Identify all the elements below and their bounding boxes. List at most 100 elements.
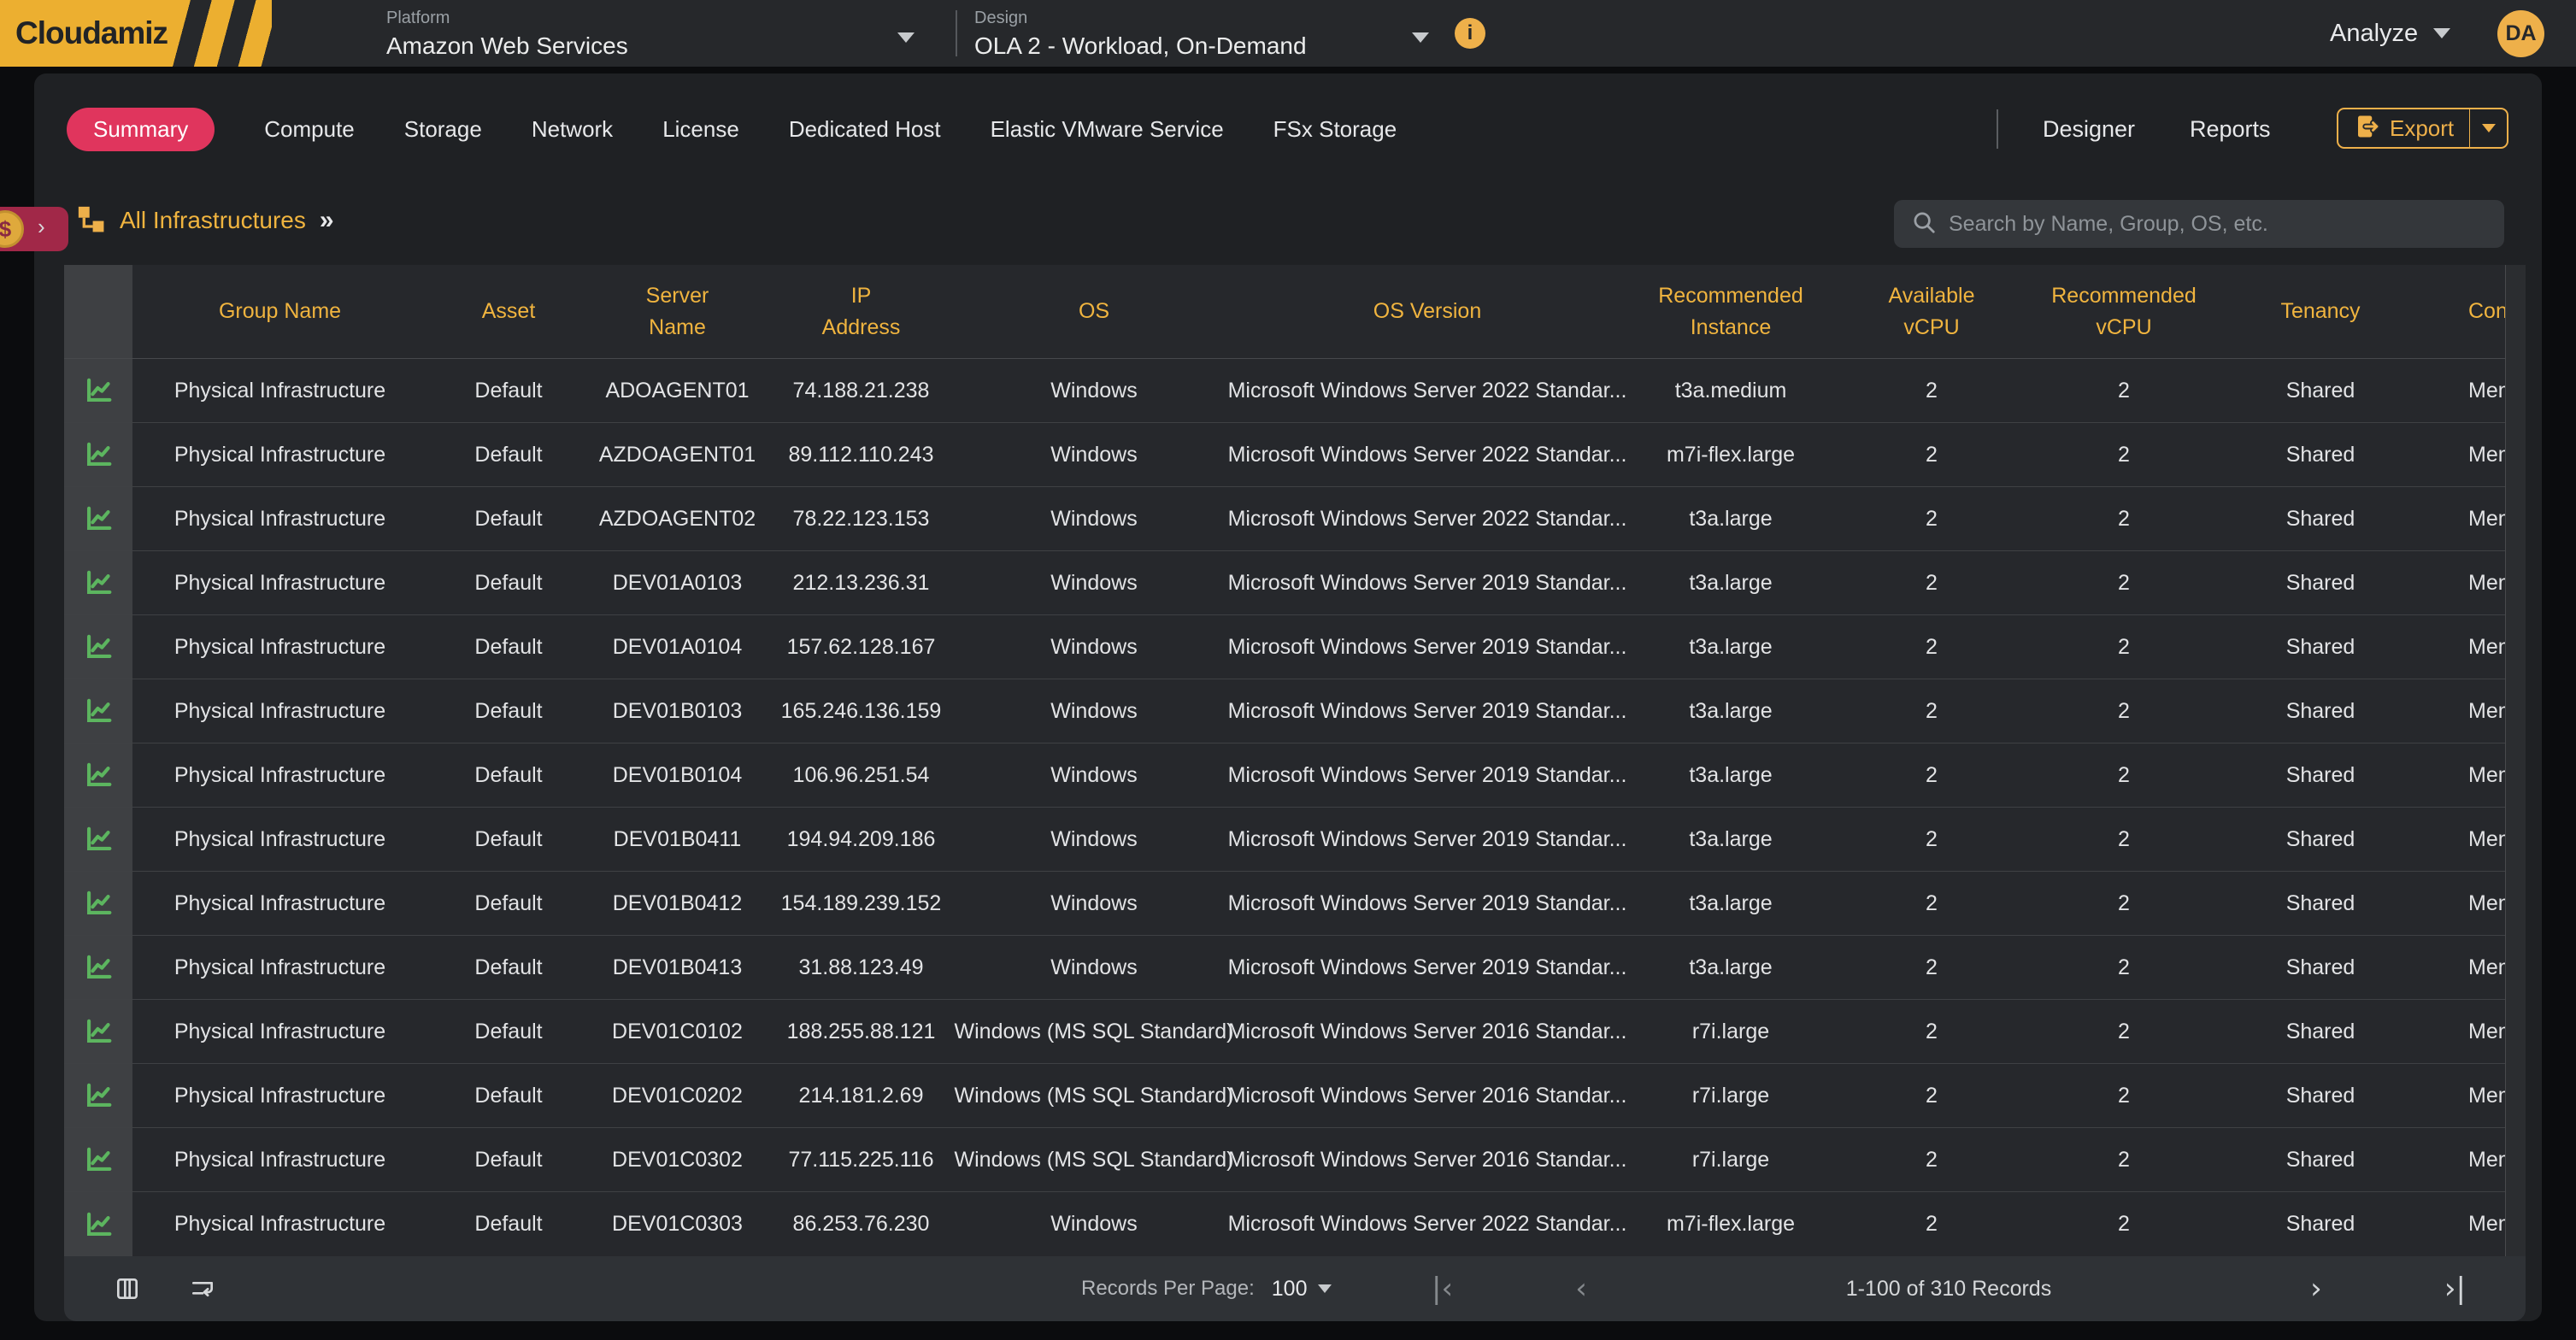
first-page-button[interactable]: |‹ (1432, 1274, 1453, 1303)
row-metrics-chart-icon[interactable] (64, 1128, 132, 1191)
breadcrumb-title[interactable]: All Infrastructures (120, 207, 306, 234)
cell-os_version: Microsoft Windows Server 2019 Standar... (1231, 551, 1624, 614)
cell-asset: Default (427, 551, 590, 614)
column-header-instance[interactable]: Recommended Instance (1624, 265, 1838, 358)
platform-select[interactable]: Platform Amazon Web Services (386, 9, 915, 60)
cell-tenancy: Shared (2222, 679, 2419, 743)
records-per-page-select[interactable]: 100 (1272, 1277, 1332, 1302)
column-header-group[interactable]: Group Name (132, 265, 427, 358)
cell-server: AZDOAGENT01 (590, 423, 765, 486)
tab-dedicated-host[interactable]: Dedicated Host (789, 108, 941, 151)
table-row: Physical InfrastructureDefaultDEV01B0412… (64, 872, 2526, 936)
chevron-down-icon[interactable] (1412, 32, 1429, 43)
cell-os_version: Microsoft Windows Server 2019 Standar... (1231, 808, 1624, 871)
column-header-available_vcpu[interactable]: Available vCPU (1838, 265, 2026, 358)
row-metrics-chart-icon[interactable] (64, 936, 132, 999)
main-panel: Summary Compute Storage Network License Dedic… (34, 73, 2542, 1321)
cell-group: Physical Infrastructure (132, 423, 427, 486)
tab-summary[interactable]: Summary (67, 108, 215, 151)
column-header-server[interactable]: Server Name (590, 265, 765, 358)
cell-group: Physical Infrastructure (132, 487, 427, 550)
last-page-button[interactable]: ›| (2444, 1274, 2466, 1303)
table-row: Physical InfrastructureDefaultDEV01B0411… (64, 808, 2526, 872)
export-button-main[interactable]: Export (2338, 109, 2469, 147)
table-row: Physical InfrastructureDefaultDEV01A0104… (64, 615, 2526, 679)
row-metrics-chart-icon[interactable] (64, 551, 132, 614)
cell-group: Physical Infrastructure (132, 743, 427, 807)
column-settings-icon[interactable] (114, 1256, 141, 1321)
cell-instance: m7i-flex.large (1624, 1192, 1838, 1256)
cell-tenancy: Shared (2222, 808, 2419, 871)
column-header-os[interactable]: OS (957, 265, 1231, 358)
cell-os: Windows (957, 423, 1231, 486)
cell-available_vcpu: 2 (1838, 551, 2026, 614)
row-metrics-chart-icon[interactable] (64, 679, 132, 743)
cell-instance: t3a.large (1624, 551, 1838, 614)
column-header-asset[interactable]: Asset (427, 265, 590, 358)
cell-asset: Default (427, 423, 590, 486)
tab-storage[interactable]: Storage (404, 108, 482, 151)
cell-tenancy: Shared (2222, 423, 2419, 486)
column-header-tenancy[interactable]: Tenancy (2222, 265, 2419, 358)
tab-network[interactable]: Network (532, 108, 613, 151)
cell-group: Physical Infrastructure (132, 1192, 427, 1256)
tab-elastic-vmware-service[interactable]: Elastic VMware Service (991, 108, 1224, 151)
cell-recommended_vcpu: 2 (2026, 743, 2222, 807)
previous-page-button[interactable]: ‹ (1575, 1274, 1587, 1303)
row-metrics-chart-icon[interactable] (64, 743, 132, 807)
column-header-ip[interactable]: IP Address (765, 265, 957, 358)
row-metrics-chart-icon[interactable] (64, 1000, 132, 1063)
row-metrics-chart-icon[interactable] (64, 1064, 132, 1127)
cost-side-tab[interactable]: $ › (0, 207, 68, 251)
cell-recommended_vcpu: 2 (2026, 1192, 2222, 1256)
user-avatar[interactable]: DA (2497, 10, 2544, 57)
text-wrap-icon[interactable] (189, 1256, 216, 1321)
table-footer: Records Per Page: 100 |‹ ‹ 1-100 of 310 … (64, 1256, 2526, 1321)
search-box[interactable] (1894, 200, 2504, 248)
cell-ip: 194.94.209.186 (765, 808, 957, 871)
vertical-scrollbar[interactable] (2505, 265, 2526, 1256)
cell-ip: 106.96.251.54 (765, 743, 957, 807)
column-header-recommended_vcpu[interactable]: Recommended vCPU (2026, 265, 2222, 358)
next-page-button[interactable]: › (2310, 1274, 2322, 1303)
tab-compute[interactable]: Compute (264, 108, 355, 151)
row-metrics-chart-icon[interactable] (64, 872, 132, 935)
cell-ip: 77.115.225.116 (765, 1128, 957, 1191)
design-select[interactable]: Design OLA 2 - Workload, On-Demand (974, 9, 1429, 60)
export-dropdown-button[interactable] (2469, 109, 2507, 147)
cell-tenancy: Shared (2222, 872, 2419, 935)
cell-tenancy: Shared (2222, 359, 2419, 422)
chevron-down-icon (1318, 1284, 1332, 1293)
cell-server: AZDOAGENT02 (590, 487, 765, 550)
row-metrics-chart-icon[interactable] (64, 487, 132, 550)
chevron-down-icon[interactable] (897, 32, 915, 43)
row-metrics-chart-icon[interactable] (64, 423, 132, 486)
cell-os_version: Microsoft Windows Server 2022 Standar... (1231, 1192, 1624, 1256)
analyze-label: Analyze (2330, 20, 2418, 48)
breadcrumb: All Infrastructures » (75, 195, 334, 246)
row-metrics-chart-icon[interactable] (64, 1192, 132, 1256)
tab-fsx-storage[interactable]: FSx Storage (1273, 108, 1397, 151)
row-metrics-chart-icon[interactable] (64, 359, 132, 422)
designer-link[interactable]: Designer (2043, 116, 2135, 143)
cell-available_vcpu: 2 (1838, 615, 2026, 679)
export-button[interactable]: Export (2337, 108, 2508, 149)
cell-group: Physical Infrastructure (132, 1128, 427, 1191)
cell-server: ADOAGENT01 (590, 359, 765, 422)
cloudamize-logo[interactable]: Cloudamize™ (0, 0, 168, 67)
breadcrumb-expand-icon[interactable]: » (320, 206, 334, 235)
tab-license[interactable]: License (662, 108, 739, 151)
row-metrics-chart-icon[interactable] (64, 615, 132, 679)
analyze-menu[interactable]: Analyze (2330, 0, 2450, 67)
info-icon[interactable]: i (1455, 18, 1485, 49)
nav-divider (1997, 109, 1998, 149)
cell-recommended_vcpu: 2 (2026, 1064, 2222, 1127)
row-metrics-chart-icon[interactable] (64, 808, 132, 871)
cell-os_version: Microsoft Windows Server 2019 Standar... (1231, 615, 1624, 679)
cell-instance: t3a.large (1624, 872, 1838, 935)
reports-link[interactable]: Reports (2190, 116, 2271, 143)
cell-os_version: Microsoft Windows Server 2016 Standar... (1231, 1000, 1624, 1063)
column-header-os_version[interactable]: OS Version (1231, 265, 1624, 358)
cell-server: DEV01B0104 (590, 743, 765, 807)
search-input[interactable] (1949, 212, 2487, 237)
